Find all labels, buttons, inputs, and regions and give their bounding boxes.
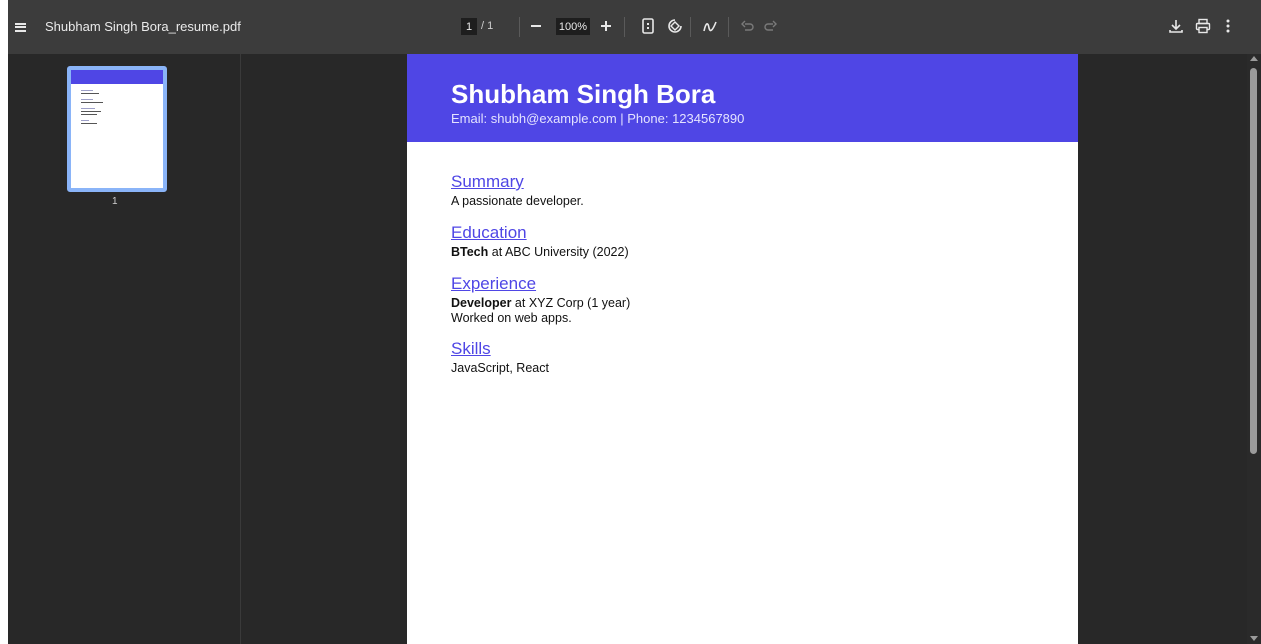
thumbnail-line — [81, 90, 93, 91]
page-number-input[interactable] — [461, 18, 477, 35]
section-title-summary: Summary — [451, 172, 524, 191]
fit-page-icon — [642, 18, 654, 34]
redo-icon — [764, 20, 777, 31]
thumbnail-line — [81, 102, 103, 103]
section-title-education: Education — [451, 223, 527, 242]
section-title-skills: Skills — [451, 339, 491, 358]
scrollbar-thumb[interactable] — [1250, 68, 1257, 454]
print-icon — [1195, 18, 1211, 34]
scroll-down-arrow-icon[interactable] — [1250, 636, 1258, 641]
education-degree: BTech — [451, 245, 489, 259]
fit-page-button[interactable] — [636, 14, 660, 38]
redo-button[interactable] — [758, 14, 782, 38]
resume-contact: Email: shubh@example.com | Phone: 123456… — [451, 111, 745, 126]
print-button[interactable] — [1191, 14, 1215, 38]
thumbnail-line — [81, 108, 95, 109]
page-total: / 1 — [481, 20, 494, 32]
zoom-input[interactable] — [556, 18, 590, 35]
menu-icon — [14, 22, 26, 32]
education-line: BTech at ABC University (2022) — [451, 245, 629, 259]
resume-name: Shubham Singh Bora — [451, 79, 716, 109]
more-options-button[interactable] — [1216, 14, 1240, 38]
undo-button[interactable] — [736, 14, 760, 38]
thumbnail-page-number: 1 — [112, 196, 118, 207]
toolbar-divider — [690, 17, 691, 37]
download-button[interactable] — [1164, 14, 1188, 38]
rotate-icon — [668, 19, 682, 33]
document-viewport: Shubham Singh Bora Email: shubh@example.… — [241, 54, 1261, 644]
toolbar-divider — [519, 17, 520, 37]
thumbnail-line — [81, 120, 89, 121]
annotate-button[interactable] — [698, 14, 722, 38]
experience-role: Developer — [451, 296, 512, 310]
download-icon — [1169, 20, 1183, 33]
skills-text: JavaScript, React — [451, 361, 549, 375]
thumbnail-line — [81, 123, 97, 124]
toolbar-divider — [728, 17, 729, 37]
resume-header: Shubham Singh Bora Email: shubh@example.… — [407, 54, 1078, 142]
annotate-icon — [703, 21, 717, 32]
plus-icon — [601, 21, 611, 31]
toolbar: Shubham Singh Bora_resume.pdf / 1 — [8, 0, 1261, 54]
rotate-button[interactable] — [663, 14, 687, 38]
thumbnail-sidebar: 1 — [8, 54, 241, 644]
education-detail: at ABC University (2022) — [488, 245, 629, 259]
scroll-up-arrow-icon[interactable] — [1250, 56, 1258, 61]
thumbnail-line — [81, 93, 99, 94]
experience-detail: Worked on web apps. — [451, 311, 572, 325]
thumbnail-line — [81, 114, 97, 115]
document-title: Shubham Singh Bora_resume.pdf — [45, 19, 241, 34]
minus-icon — [531, 25, 541, 27]
thumbnail-line — [81, 99, 93, 100]
pdf-page: Shubham Singh Bora Email: shubh@example.… — [407, 54, 1078, 644]
pdf-viewer: Shubham Singh Bora_resume.pdf / 1 — [8, 0, 1261, 644]
toolbar-divider — [624, 17, 625, 37]
thumbnail-line — [81, 111, 101, 112]
menu-button[interactable] — [12, 19, 28, 35]
experience-line: Developer at XYZ Corp (1 year) — [451, 296, 630, 310]
vertical-scrollbar[interactable] — [1247, 54, 1261, 644]
more-icon — [1226, 19, 1230, 33]
summary-text: A passionate developer. — [451, 194, 584, 208]
section-title-experience: Experience — [451, 274, 537, 293]
page-thumbnail[interactable] — [67, 66, 167, 192]
experience-company: at XYZ Corp (1 year) — [511, 296, 631, 310]
zoom-out-button[interactable] — [524, 14, 548, 38]
undo-icon — [741, 20, 754, 31]
thumbnail-header — [71, 70, 163, 84]
zoom-in-button[interactable] — [594, 14, 618, 38]
